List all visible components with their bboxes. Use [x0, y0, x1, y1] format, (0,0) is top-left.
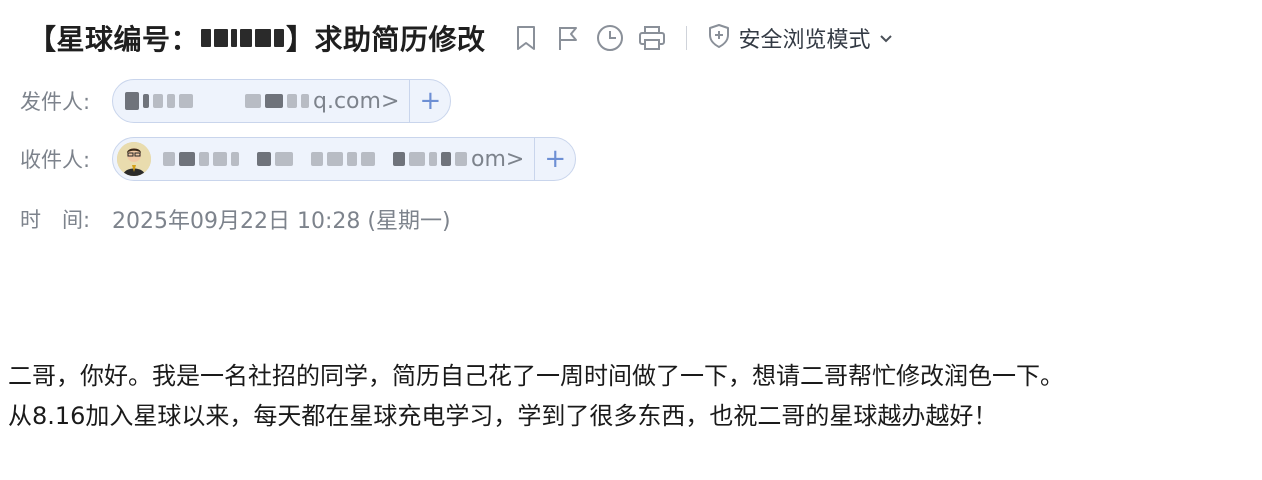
- add-sender-contact-button[interactable]: +: [409, 80, 450, 122]
- recipient-chip[interactable]: om> +: [112, 137, 577, 181]
- mail-view: 【星球编号： 】求助简历修改 安全浏览模式 发件人: q.com> + 收件人:…: [0, 0, 1262, 480]
- subject-prefix: 【星球编号：: [28, 23, 200, 56]
- recipient-address-tail: om>: [471, 146, 525, 172]
- body-line-2: 从8.16加入星球以来，每天都在星球充电学习，学到了很多东西，也祝二哥的星球越办…: [8, 402, 998, 430]
- recipient-field: 收件人: om> +: [20, 137, 577, 181]
- recipient-label: 收件人:: [20, 148, 91, 172]
- sender-label: 发件人:: [20, 90, 91, 114]
- time-field: 时 间: 2025年09月22日 10:28 (星期一): [20, 200, 451, 238]
- subject-suffix: 】求助简历修改: [286, 23, 486, 56]
- print-icon[interactable]: [638, 24, 666, 52]
- sender-field: 发件人: q.com> +: [20, 79, 452, 123]
- body-line-1: 二哥，你好。我是一名社招的同学，简历自己花了一周时间做了一下，想请二哥帮忙修改润…: [8, 362, 1064, 390]
- subject-row: 【星球编号： 】求助简历修改 安全浏览模式: [28, 14, 893, 62]
- sent-time: 2025年09月22日 10:28 (星期一): [112, 209, 451, 234]
- sender-address-tail: q.com>: [313, 88, 400, 114]
- add-recipient-contact-button[interactable]: +: [534, 138, 575, 180]
- mail-toolbar: 安全浏览模式: [512, 22, 893, 54]
- safe-browsing-label: 安全浏览模式: [738, 28, 871, 53]
- flag-icon[interactable]: [554, 24, 582, 52]
- shield-icon: [707, 23, 731, 53]
- time-label: 时 间:: [20, 208, 91, 232]
- sender-chip[interactable]: q.com> +: [112, 79, 452, 123]
- recipient-address[interactable]: om>: [151, 138, 534, 180]
- sender-address[interactable]: q.com>: [113, 80, 409, 122]
- mail-subject: 【星球编号： 】求助简历修改: [28, 18, 486, 58]
- redacted-recipient: [163, 152, 467, 166]
- chevron-down-icon: [879, 29, 893, 48]
- toolbar-divider: [685, 26, 687, 50]
- bookmark-icon[interactable]: [512, 24, 540, 52]
- clock-icon[interactable]: [596, 24, 624, 52]
- avatar: [117, 142, 151, 176]
- redacted-sender: [125, 92, 309, 110]
- redacted-id: [201, 29, 285, 47]
- mail-body: 二哥，你好。我是一名社招的同学，简历自己花了一周时间做了一下，想请二哥帮忙修改润…: [8, 356, 1064, 436]
- safe-browsing-mode-dropdown[interactable]: 安全浏览模式: [707, 22, 893, 54]
